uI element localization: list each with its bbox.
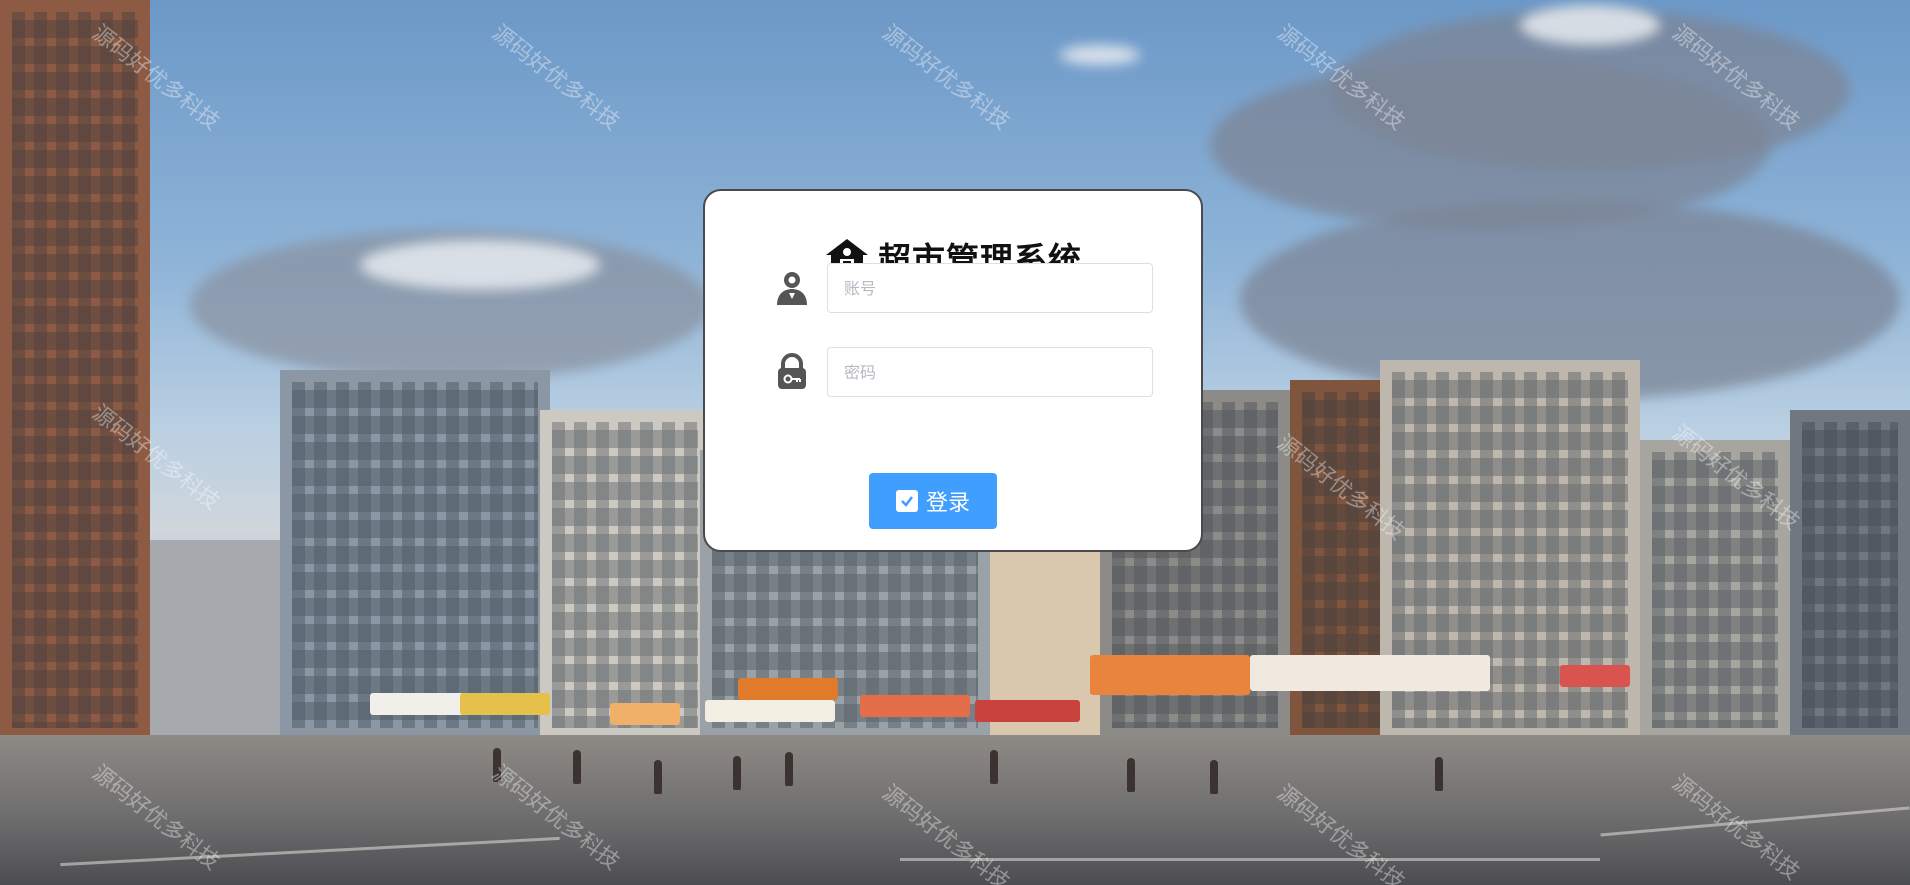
username-row <box>773 263 1153 313</box>
user-icon <box>777 272 807 305</box>
password-input[interactable] <box>827 347 1153 397</box>
watermark: 源码好优多科技 <box>487 20 624 136</box>
login-card: 超市管理系统 登录 <box>703 189 1203 552</box>
password-row <box>773 347 1153 397</box>
lock-icon <box>778 353 806 389</box>
check-icon <box>895 490 918 512</box>
login-button[interactable]: 登录 <box>869 473 997 529</box>
username-input[interactable] <box>827 263 1153 313</box>
login-button-label: 登录 <box>925 491 970 516</box>
watermark: 源码好优多科技 <box>877 20 1014 136</box>
